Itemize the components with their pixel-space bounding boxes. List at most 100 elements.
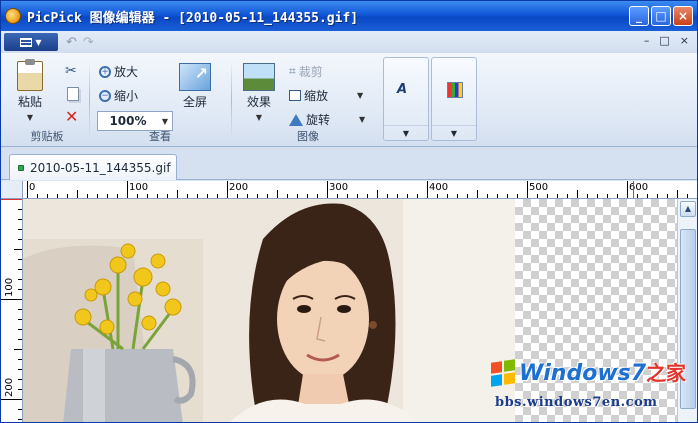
ruler-tick bbox=[657, 194, 658, 198]
ruler-tick bbox=[227, 181, 228, 198]
ruler-tick bbox=[617, 194, 618, 198]
ruler-tick bbox=[37, 194, 38, 198]
maximize-button[interactable]: □ bbox=[651, 6, 671, 26]
ruler-tick bbox=[687, 194, 688, 198]
crop-label: 裁剪 bbox=[298, 65, 323, 79]
frame-gallery[interactable]: ▼ bbox=[431, 57, 477, 141]
chevron-down-icon[interactable]: ▼ bbox=[384, 125, 428, 138]
crop-icon: ⌗ bbox=[289, 64, 296, 78]
document-minimize-button[interactable]: – bbox=[644, 34, 650, 47]
ruler-tick bbox=[607, 194, 608, 198]
resize-label: 缩放 bbox=[304, 89, 329, 103]
zoom-in-button[interactable]: + 放大 bbox=[99, 63, 138, 80]
title-bar[interactable]: PicPick 图像编辑器 - [2010-05-11_144355.gif] … bbox=[1, 1, 697, 31]
fullscreen-icon bbox=[179, 63, 211, 91]
ruler-tick bbox=[27, 181, 28, 198]
ruler-tick bbox=[427, 181, 428, 198]
menu-icon bbox=[20, 37, 33, 47]
ruler-label: 400 bbox=[429, 182, 449, 193]
ruler-tick bbox=[18, 209, 22, 210]
ruler-tick bbox=[18, 269, 22, 270]
ruler-tick bbox=[147, 194, 148, 198]
picpick-app-icon[interactable] bbox=[5, 8, 21, 24]
fullscreen-button[interactable]: 全屏 bbox=[179, 63, 211, 110]
ruler-tick bbox=[87, 194, 88, 198]
ruler-tick bbox=[127, 181, 128, 198]
chevron-down-icon[interactable]: ▼ bbox=[357, 91, 363, 100]
chevron-down-icon[interactable]: ▼ bbox=[27, 113, 33, 122]
ruler-tick bbox=[18, 389, 22, 390]
ruler-tick bbox=[567, 194, 568, 198]
ruler-tick bbox=[18, 329, 22, 330]
watermark-url: bbs.windows7en.com bbox=[495, 395, 658, 410]
cut-button[interactable]: ✂ bbox=[65, 63, 77, 79]
ruler-tick bbox=[277, 190, 278, 198]
ruler-tick bbox=[247, 194, 248, 198]
effects-icon bbox=[243, 63, 275, 91]
vertical-ruler: 100 200 bbox=[1, 199, 23, 422]
watermark-logo: Windows7 之家 bbox=[491, 357, 686, 387]
ruler-tick bbox=[557, 194, 558, 198]
document-close-button[interactable]: × bbox=[680, 34, 689, 47]
image-group-label: 图像 bbox=[297, 130, 319, 143]
window-title: PicPick 图像编辑器 - [2010-05-11_144355.gif] bbox=[27, 10, 359, 26]
document-tab-label: 2010-05-11_144355.gif bbox=[30, 160, 171, 175]
text-effect-gallery[interactable]: A ▼ bbox=[383, 57, 429, 141]
ruler-tick bbox=[517, 194, 518, 198]
fullscreen-label: 全屏 bbox=[182, 95, 207, 109]
zoom-out-label: 缩小 bbox=[114, 89, 139, 103]
undo-icon[interactable]: ↶ bbox=[66, 35, 77, 50]
document-restore-button[interactable]: □ bbox=[659, 34, 669, 47]
ruler-tick bbox=[597, 194, 598, 198]
resize-icon bbox=[289, 90, 301, 101]
view-group: + 放大 − 缩小 100% ▼ 全屏 查看 bbox=[93, 57, 227, 145]
ruler-tick bbox=[18, 379, 22, 380]
ruler-tick bbox=[407, 194, 408, 198]
quick-access-toolbar: ▼ ↶ ↷ – □ × bbox=[1, 31, 697, 53]
chevron-down-icon[interactable]: ▼ bbox=[432, 125, 476, 138]
minimize-button[interactable]: _ bbox=[629, 6, 649, 26]
zoom-out-button[interactable]: − 缩小 bbox=[99, 87, 138, 104]
ruler-tick bbox=[14, 249, 22, 250]
zoom-in-icon: + bbox=[99, 65, 111, 78]
ruler-tick bbox=[327, 181, 328, 198]
ruler-tick bbox=[157, 194, 158, 198]
ruler-tick bbox=[1, 399, 22, 400]
chevron-down-icon: ▼ bbox=[161, 116, 169, 126]
rotate-label: 旋转 bbox=[306, 113, 331, 127]
document-tab[interactable]: 2010-05-11_144355.gif bbox=[9, 154, 177, 180]
ruler-label: 200 bbox=[4, 377, 15, 397]
ruler-tick bbox=[457, 194, 458, 198]
ruler-tick bbox=[267, 194, 268, 198]
ruler-tick bbox=[587, 194, 588, 198]
close-button[interactable]: × bbox=[673, 6, 693, 26]
ruler-tick bbox=[367, 194, 368, 198]
copy-icon bbox=[67, 87, 79, 101]
rotate-button[interactable]: 旋转 ▼ bbox=[289, 111, 365, 128]
ruler-tick bbox=[527, 181, 528, 198]
redo-icon[interactable]: ↷ bbox=[83, 35, 94, 50]
scroll-up-icon[interactable]: ▲ bbox=[680, 201, 696, 217]
crop-button[interactable]: ⌗ 裁剪 bbox=[289, 63, 323, 80]
delete-icon: ✕ bbox=[65, 107, 79, 126]
copy-button[interactable] bbox=[67, 87, 79, 101]
chevron-down-icon[interactable]: ▼ bbox=[256, 113, 262, 122]
ruler-label: 0 bbox=[29, 182, 36, 193]
image-file-icon bbox=[18, 164, 24, 171]
ribbon-separator bbox=[89, 61, 90, 139]
chevron-down-icon[interactable]: ▼ bbox=[359, 115, 365, 124]
resize-button[interactable]: 缩放 ▼ bbox=[289, 87, 363, 104]
ruler-tick bbox=[47, 194, 48, 198]
ruler-tick bbox=[137, 194, 138, 198]
paste-button[interactable]: 粘贴 ▼ bbox=[17, 59, 43, 122]
document-window-controls: – □ × bbox=[644, 34, 689, 47]
main-menu-button[interactable]: ▼ bbox=[4, 33, 58, 51]
photo-image bbox=[23, 199, 515, 422]
ruler-tick bbox=[487, 194, 488, 198]
ruler-tick bbox=[18, 229, 22, 230]
effects-button[interactable]: 效果 ▼ bbox=[243, 63, 275, 122]
ruler-tick bbox=[1, 299, 22, 300]
delete-button[interactable]: ✕ bbox=[65, 107, 78, 126]
ruler-tick bbox=[18, 369, 22, 370]
effects-label: 效果 bbox=[246, 95, 271, 109]
